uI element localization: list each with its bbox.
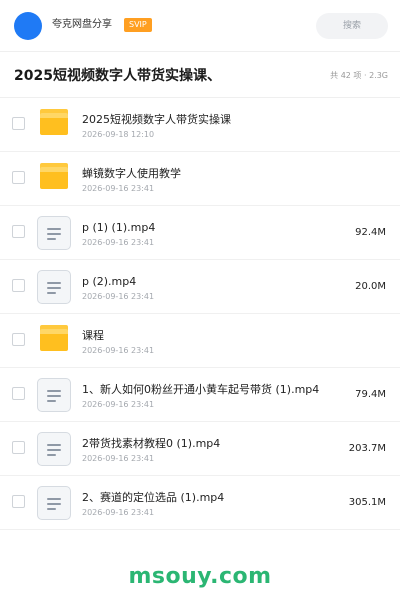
file-size: 20.0M — [355, 281, 386, 292]
file-date: 2026-09-16 23:41 — [82, 508, 155, 517]
file-date: 2026-09-16 23:41 — [82, 184, 155, 193]
file-row[interactable]: 2025短视频数字人带货实操课 2026-09-18 12:10 — [0, 98, 400, 152]
select-checkbox[interactable] — [12, 225, 25, 238]
file-row[interactable]: p (2).mp4 2026-09-16 23:41 20.0M — [0, 260, 400, 314]
file-name[interactable]: 2带货找素材教程0 (1).mp4 — [82, 436, 220, 452]
file-name[interactable]: p (1) (1).mp4 — [82, 220, 155, 236]
document-icon — [37, 378, 71, 412]
select-checkbox[interactable] — [12, 441, 25, 454]
avatar[interactable] — [14, 12, 42, 40]
folder-icon — [40, 163, 68, 189]
file-row[interactable]: 课程 2026-09-16 23:41 — [0, 314, 400, 368]
share-owner-name: 夸克网盘分享 — [52, 19, 112, 30]
file-name[interactable]: 蝉镜数字人使用教学 — [82, 166, 181, 182]
share-header: 夸克网盘分享 SVIP 搜索 — [0, 0, 400, 52]
select-checkbox[interactable] — [12, 117, 25, 130]
document-icon — [37, 216, 71, 250]
svip-badge: SVIP — [124, 18, 152, 32]
file-row[interactable]: p (1) (1).mp4 2026-09-16 23:41 92.4M — [0, 206, 400, 260]
select-checkbox[interactable] — [12, 387, 25, 400]
file-size: 203.7M — [348, 443, 386, 454]
watermark-text: msouy.com — [128, 564, 272, 589]
file-row[interactable]: 2带货找素材教程0 (1).mp4 2026-09-16 23:41 203.7M — [0, 422, 400, 476]
file-size: 305.1M — [348, 497, 386, 508]
file-name[interactable]: 课程 — [82, 328, 104, 344]
file-size: 79.4M — [355, 389, 386, 400]
file-row[interactable]: 2、赛道的定位选品 (1).mp4 2026-09-16 23:41 305.1M — [0, 476, 400, 530]
page-title: 2025短视频数字人带货实操课、 — [14, 68, 221, 84]
document-icon — [37, 270, 71, 304]
select-checkbox[interactable] — [12, 171, 25, 184]
file-name[interactable]: 2、赛道的定位选品 (1).mp4 — [82, 490, 224, 506]
file-date: 2026-09-16 23:41 — [82, 346, 155, 355]
file-date: 2026-09-16 23:41 — [82, 238, 155, 247]
file-name[interactable]: 1、新人如何0粉丝开通小黄车起号带货 (1).mp4 — [82, 382, 319, 398]
select-checkbox[interactable] — [12, 279, 25, 292]
folder-icon — [40, 109, 68, 135]
file-name[interactable]: p (2).mp4 — [82, 274, 136, 290]
file-list: 2025短视频数字人带货实操课 2026-09-18 12:10 蝉镜数字人使用教学… — [0, 98, 400, 530]
file-row[interactable]: 蝉镜数字人使用教学 2026-09-16 23:41 — [0, 152, 400, 206]
search-button[interactable]: 搜索 — [316, 13, 388, 39]
document-icon — [37, 486, 71, 520]
file-name[interactable]: 2025短视频数字人带货实操课 — [82, 112, 231, 128]
document-icon — [37, 432, 71, 466]
item-summary: 共 42 项 · 2.3G — [330, 71, 388, 80]
file-date: 2026-09-18 12:10 — [82, 130, 155, 139]
select-checkbox[interactable] — [12, 495, 25, 508]
select-checkbox[interactable] — [12, 333, 25, 346]
folder-icon — [40, 325, 68, 351]
file-size: 92.4M — [355, 227, 386, 238]
title-bar: 2025短视频数字人带货实操课、 共 42 项 · 2.3G — [0, 52, 400, 98]
file-date: 2026-09-16 23:41 — [82, 292, 155, 301]
file-date: 2026-09-16 23:41 — [82, 454, 155, 463]
file-row[interactable]: 1、新人如何0粉丝开通小黄车起号带货 (1).mp4 2026-09-16 23:… — [0, 368, 400, 422]
file-date: 2026-09-16 23:41 — [82, 400, 155, 409]
